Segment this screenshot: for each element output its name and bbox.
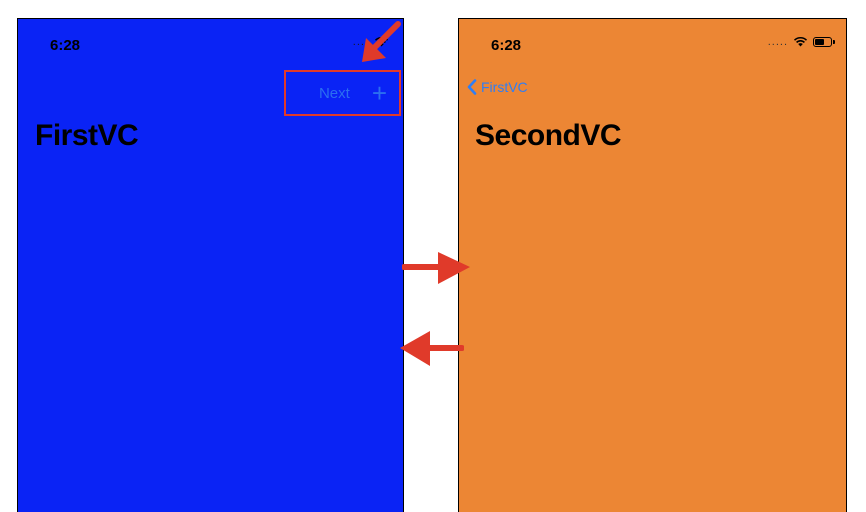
status-bar-icons: ..... <box>767 35 835 48</box>
arrow-down-left-icon <box>362 21 401 62</box>
battery-icon <box>813 36 835 47</box>
add-button[interactable]: + <box>372 80 387 106</box>
back-button-label: FirstVC <box>481 79 528 95</box>
arrow-left-icon <box>400 331 464 366</box>
chevron-left-icon <box>467 79 477 95</box>
status-bar-time: 6:28 <box>50 37 81 54</box>
next-button[interactable]: Next <box>319 85 350 102</box>
page-title: FirstVC <box>35 119 139 152</box>
nav-bar-right-items-highlight: Next + <box>284 70 401 116</box>
cellular-dots-icon: ..... <box>767 35 788 48</box>
back-button[interactable]: FirstVC <box>467 79 528 95</box>
page-title: SecondVC <box>475 119 622 152</box>
status-bar-time: 6:28 <box>491 37 522 54</box>
arrow-right-icon <box>402 252 470 284</box>
wifi-icon <box>793 36 808 47</box>
second-view-controller-screen: 6:28 ..... FirstVC SecondVC <box>458 18 847 512</box>
first-view-controller-screen: 6:28 .... Next + FirstVC <box>17 18 404 512</box>
